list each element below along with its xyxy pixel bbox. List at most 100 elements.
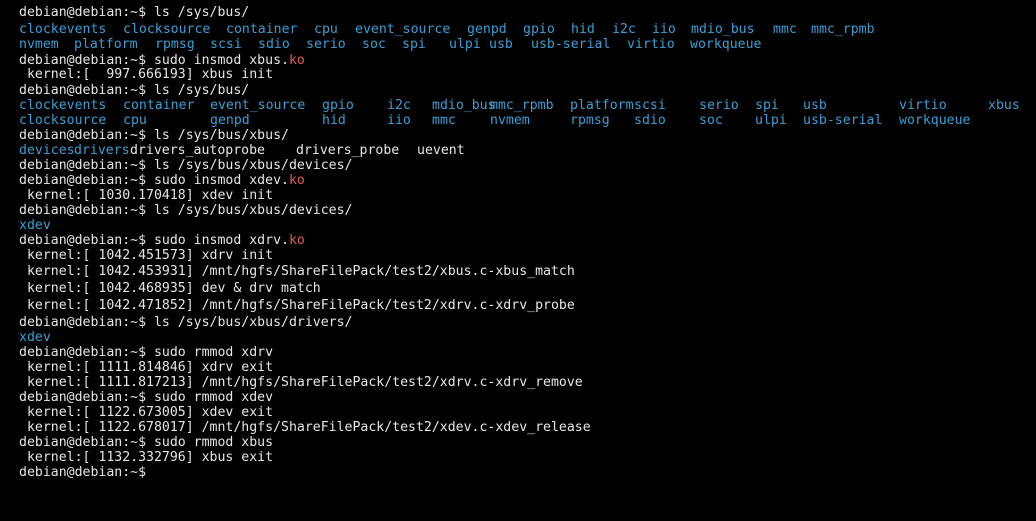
terminal-line: debian@debian:~$ ls /sys/bus/xbus/device…	[19, 158, 352, 173]
ls-entry: ulpi	[755, 113, 787, 128]
terminal-text: debian@debian:~$ sudo rmmod xbus	[19, 435, 274, 450]
ls-entry: mmc	[432, 113, 456, 128]
ls-entry: drivers	[74, 143, 130, 158]
ls-entry: drivers_autoprobe	[130, 143, 265, 158]
terminal-text: debian@debian:~$ sudo rmmod xdev	[19, 390, 274, 405]
ls-entry: usb-serial	[803, 113, 883, 128]
ls-entry: event_source	[210, 98, 306, 113]
terminal-line: debian@debian:~$ sudo rmmod xbus	[19, 435, 273, 450]
terminal-line: kernel:[ 1111.814846] xdrv exit	[19, 360, 273, 375]
terminal-line: kernel:[ 1042.451573] xdrv init	[19, 248, 273, 263]
ls-entry: spi	[402, 37, 426, 52]
ls-entry: soc	[699, 113, 723, 128]
ls-entry: virtio	[627, 37, 675, 52]
ls-entry: clockevents	[19, 98, 107, 113]
ls-entry: platform	[570, 98, 634, 113]
terminal-text: kernel:[ 1042.451573] xdrv init	[19, 248, 274, 263]
ls-entry: mmc_rpmb	[811, 22, 875, 37]
terminal-line: debian@debian:~$ ls /sys/bus/	[19, 5, 249, 20]
terminal-line: xdev	[19, 218, 51, 233]
ls-entry: mmc_rpmb	[490, 98, 554, 113]
terminal-line: debian@debian:~$ sudo rmmod xdrv	[19, 345, 273, 360]
terminal-line: kernel:[ 1122.678017] /mnt/hgfs/ShareFil…	[19, 420, 591, 435]
terminal-text: kernel:[ 1132.332796] xbus exit	[19, 450, 274, 465]
ls-entry: usb	[803, 98, 827, 113]
terminal-line: debian@debian:~$	[19, 465, 146, 480]
ls-entry: nvmem	[490, 113, 530, 128]
ls-entry: container	[123, 98, 195, 113]
terminal-text: debian@debian:~$ ls /sys/bus/	[19, 83, 250, 98]
terminal-text: xdev	[19, 330, 51, 345]
ls-entry: hid	[322, 113, 346, 128]
terminal-line: debian@debian:~$ sudo rmmod xdev	[19, 390, 273, 405]
terminal-line: debian@debian:~$ ls /sys/bus/	[19, 83, 249, 98]
ls-entry: clocksource	[19, 113, 107, 128]
terminal-text: debian@debian:~$ sudo insmod xbus.	[19, 53, 289, 68]
ls-entry: gpio	[322, 98, 354, 113]
terminal-text: debian@debian:~$ ls /sys/bus/xbus/driver…	[19, 315, 353, 330]
ls-entry: gpio	[523, 22, 555, 37]
ls-entry: iio	[387, 113, 411, 128]
ls-entry: devices	[19, 143, 75, 158]
ls-entry: virtio	[899, 98, 947, 113]
terminal-line: kernel:[ 997.666193] xbus init	[19, 67, 273, 82]
ls-entry: rpmsg	[155, 37, 195, 52]
terminal-text: debian@debian:~$ sudo rmmod xdrv	[19, 345, 274, 360]
terminal-text: debian@debian:~$ ls /sys/bus/xbus/device…	[19, 158, 353, 173]
terminal-text: debian@debian:~$ ls /sys/bus/xbus/	[19, 128, 289, 143]
ls-entry: cpu	[314, 22, 338, 37]
terminal-window[interactable]: debian@debian:~$ ls /sys/bus/clockevents…	[0, 0, 1036, 521]
module-extension: ko	[288, 53, 305, 68]
terminal-line: debian@debian:~$ sudo insmod xdrv.ko	[19, 233, 305, 248]
terminal-text: debian@debian:~$ ls /sys/bus/xbus/device…	[19, 203, 353, 218]
ls-entry: platform	[74, 37, 138, 52]
ls-entry: serio	[306, 37, 346, 52]
terminal-text: kernel:[ 1122.678017] /mnt/hgfs/ShareFil…	[19, 420, 591, 435]
terminal-line: debian@debian:~$ sudo insmod xbus.ko	[19, 53, 305, 68]
ls-entry: hid	[571, 22, 595, 37]
ls-entry: serio	[699, 98, 739, 113]
terminal-text: kernel:[ 1111.817213] /mnt/hgfs/ShareFil…	[19, 375, 583, 390]
terminal-line: debian@debian:~$ ls /sys/bus/xbus/device…	[19, 203, 352, 218]
ls-entry: spi	[755, 98, 779, 113]
terminal-text: kernel:[ 997.666193] xbus init	[19, 67, 274, 82]
terminal-line: xdev	[19, 330, 51, 345]
ls-entry: i2c	[387, 98, 411, 113]
ls-entry: clocksource	[123, 22, 211, 37]
ls-entry: genpd	[467, 22, 507, 37]
ls-entry: usb	[489, 37, 513, 52]
terminal-text: kernel:[ 1122.673005] xdev exit	[19, 405, 274, 420]
terminal-line: debian@debian:~$ sudo insmod xdev.ko	[19, 173, 305, 188]
ls-entry: scsi	[634, 98, 666, 113]
ls-entry: workqueue	[899, 113, 971, 128]
ls-entry: mdio_bus	[691, 22, 755, 37]
ls-entry: mmc	[773, 22, 797, 37]
ls-entry: sdio	[634, 113, 666, 128]
ls-entry: iio	[652, 22, 676, 37]
terminal-line: kernel:[ 1122.673005] xdev exit	[19, 405, 273, 420]
terminal-text: xdev	[19, 218, 51, 233]
ls-entry: drivers_probe	[296, 143, 400, 158]
ls-entry: scsi	[210, 37, 242, 52]
ls-entry: nvmem	[19, 37, 59, 52]
ls-entry: genpd	[210, 113, 250, 128]
terminal-text: kernel:[ 1042.471852] /mnt/hgfs/ShareFil…	[19, 298, 575, 313]
module-extension: ko	[288, 173, 305, 188]
terminal-text: debian@debian:~$ sudo insmod xdrv.	[19, 233, 289, 248]
ls-entry: ulpi	[449, 37, 481, 52]
ls-entry: soc	[362, 37, 386, 52]
ls-entry: rpmsg	[570, 113, 610, 128]
terminal-line: debian@debian:~$ ls /sys/bus/xbus/driver…	[19, 315, 352, 330]
ls-entry: uevent	[417, 143, 465, 158]
ls-entry: usb-serial	[531, 37, 611, 52]
terminal-text: kernel:[ 1042.453931] /mnt/hgfs/ShareFil…	[19, 264, 575, 279]
terminal-text: kernel:[ 1042.468935] dev & drv match	[19, 281, 321, 296]
terminal-line: kernel:[ 1132.332796] xbus exit	[19, 450, 273, 465]
ls-entry: i2c	[612, 22, 636, 37]
ls-entry: clockevents	[19, 22, 107, 37]
ls-entry: event_source	[355, 22, 451, 37]
terminal-text: debian@debian:~$ sudo insmod xdev.	[19, 173, 289, 188]
terminal-line: kernel:[ 1111.817213] /mnt/hgfs/ShareFil…	[19, 375, 583, 390]
ls-entry: workqueue	[690, 37, 762, 52]
ls-entry: xbus	[988, 98, 1020, 113]
